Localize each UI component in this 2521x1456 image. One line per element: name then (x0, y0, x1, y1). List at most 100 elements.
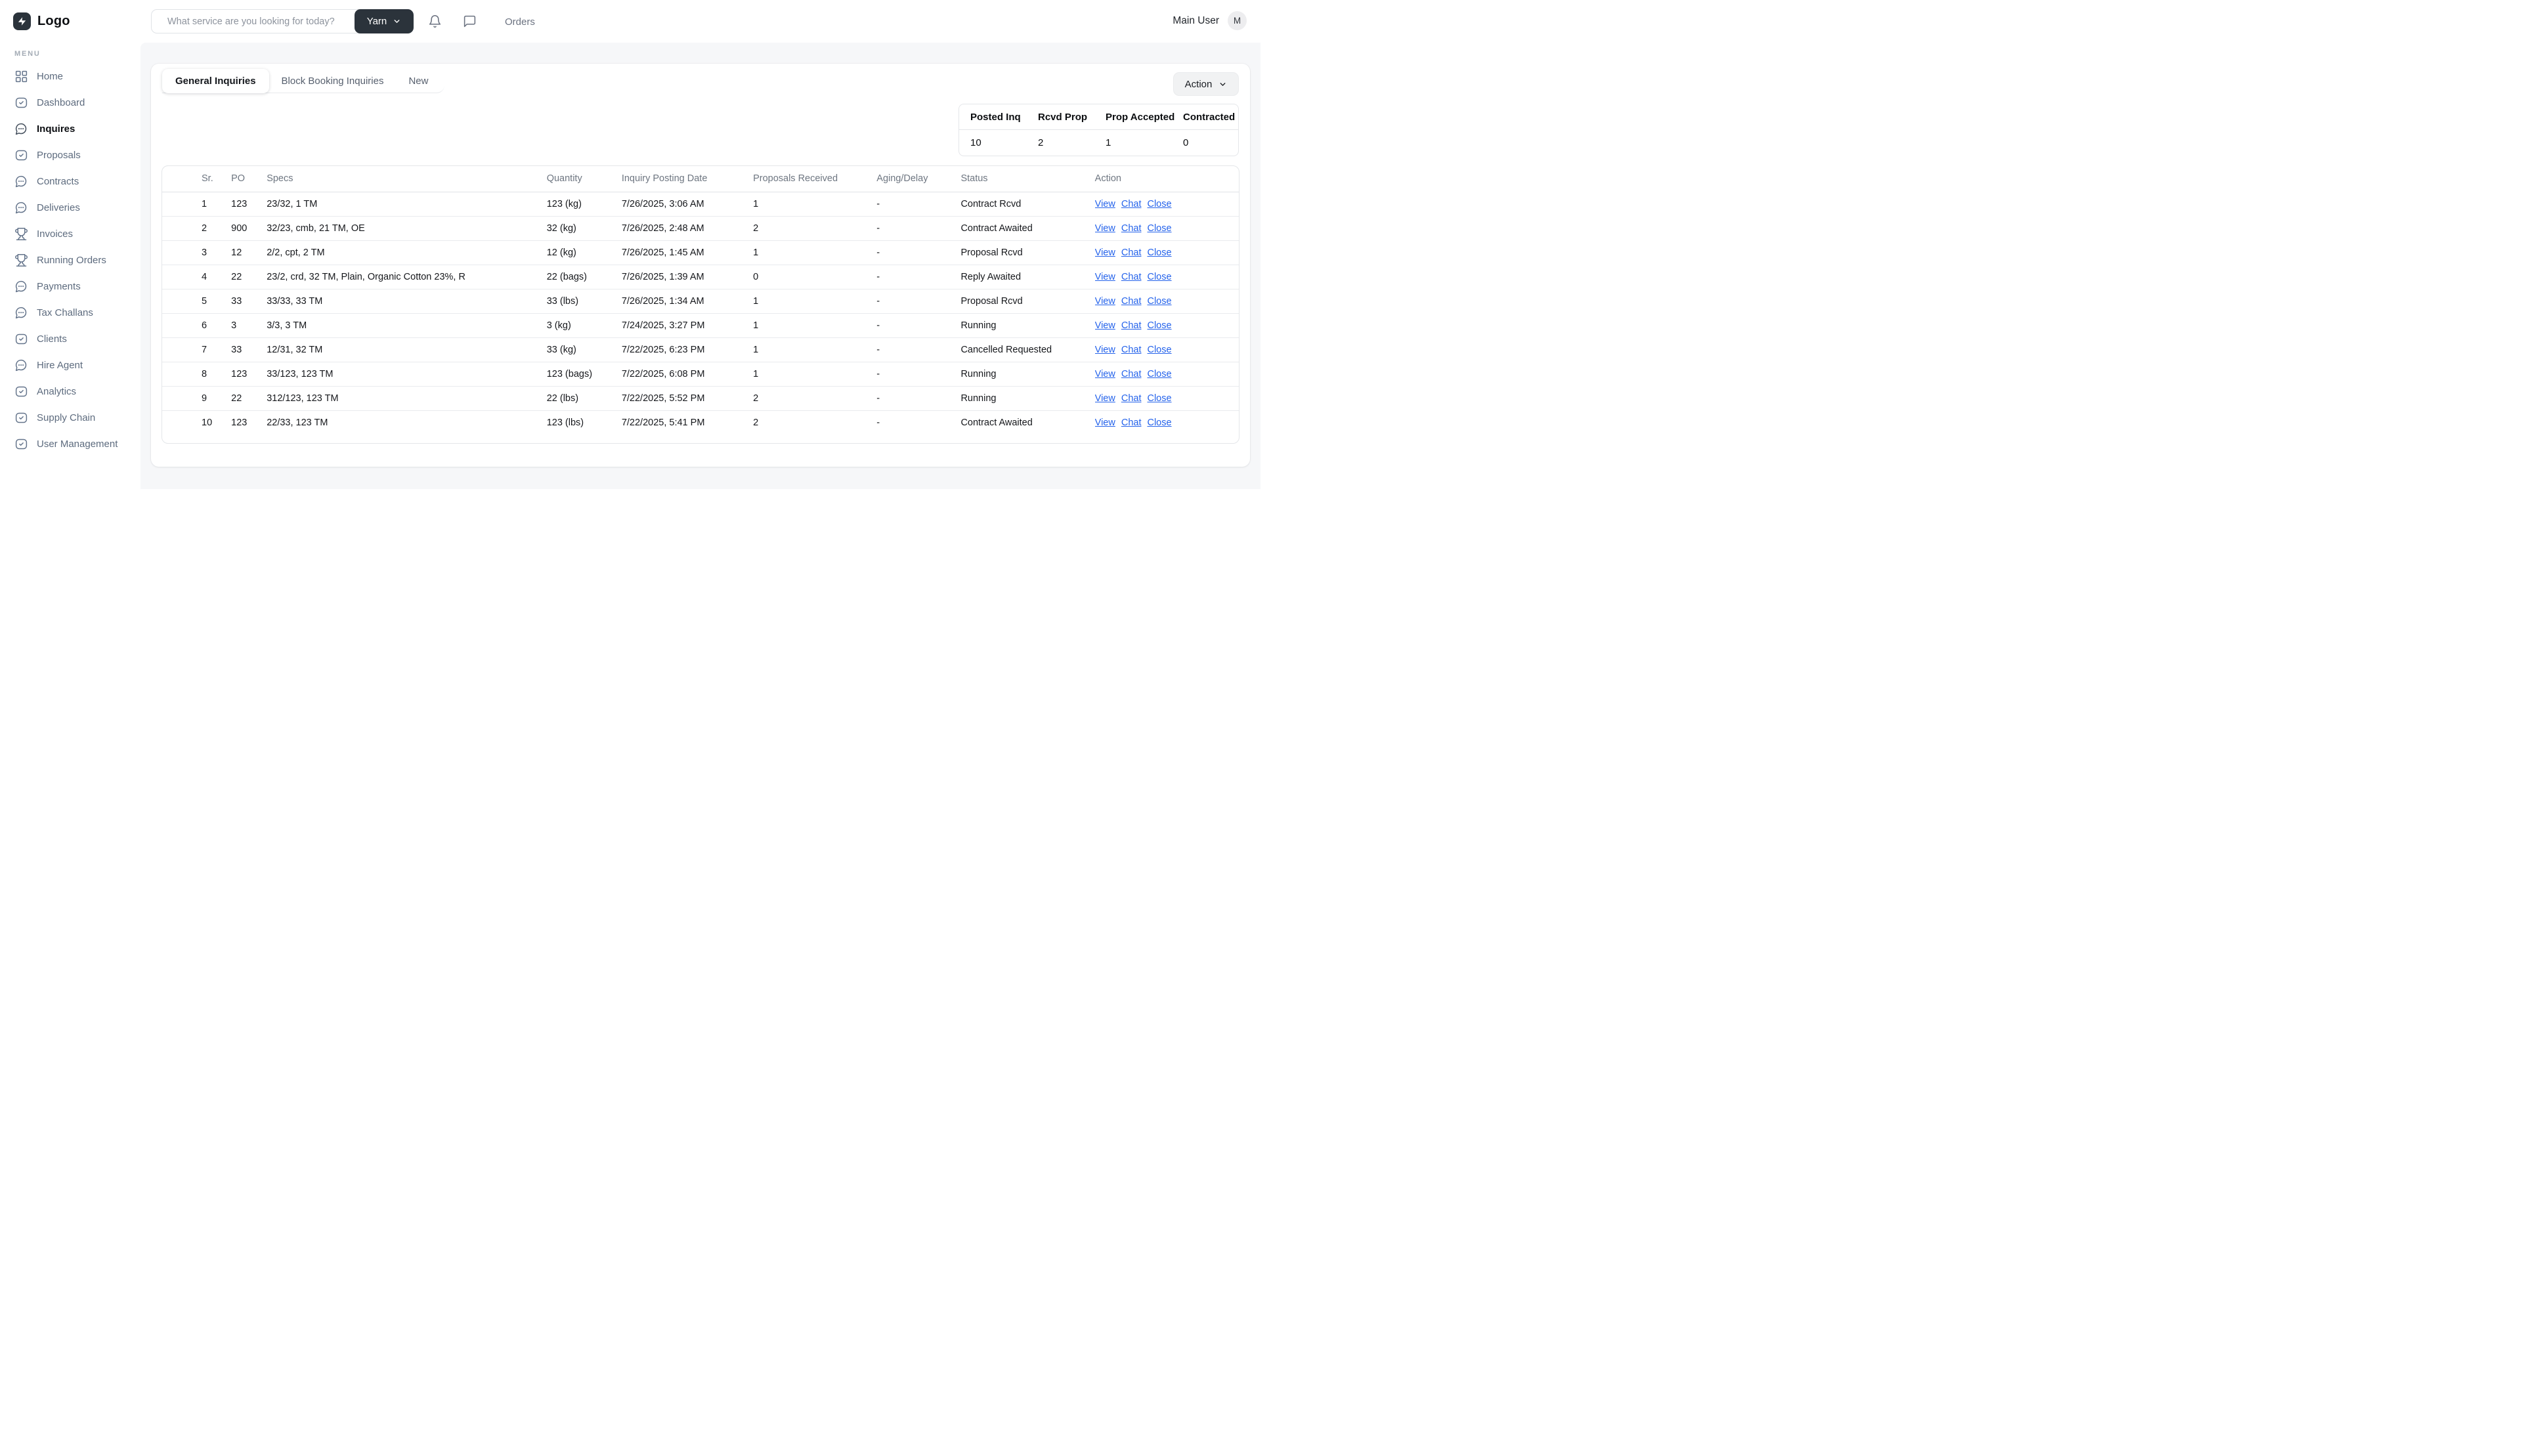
action-button-label: Action (1185, 79, 1213, 90)
close-link[interactable]: Close (1147, 247, 1171, 258)
sidebar-item-label: Inquires (37, 123, 75, 135)
sidebar-item-dashboard[interactable]: Dashboard (0, 89, 140, 116)
close-link[interactable]: Close (1147, 296, 1171, 307)
chat-icon (14, 306, 28, 320)
action-dropdown-button[interactable]: Action (1173, 72, 1239, 96)
search-category-button[interactable]: Yarn (355, 9, 414, 33)
cell-proposals: 1 (753, 362, 876, 386)
logo[interactable]: Logo (13, 12, 70, 30)
view-link[interactable]: View (1095, 199, 1115, 209)
main-content-area: General Inquiries Block Booking Inquirie… (140, 43, 1260, 489)
col-header-sr: Sr. (162, 166, 231, 192)
cell-sr: 7 (162, 337, 231, 362)
close-link[interactable]: Close (1147, 393, 1171, 404)
close-link[interactable]: Close (1147, 345, 1171, 355)
sidebar-item-running-orders[interactable]: Running Orders (0, 247, 140, 273)
col-header-action: Action (1095, 166, 1239, 192)
sidebar-item-label: Analytics (37, 386, 76, 397)
close-link[interactable]: Close (1147, 320, 1171, 331)
chat-link[interactable]: Chat (1121, 199, 1142, 209)
cell-quantity: 33 (kg) (547, 337, 622, 362)
chat-link[interactable]: Chat (1121, 296, 1142, 307)
cell-proposals: 2 (753, 410, 876, 435)
sidebar-item-tax-challans[interactable]: Tax Challans (0, 299, 140, 326)
table-row: 73312/31, 32 TM33 (kg)7/22/2025, 6:23 PM… (162, 337, 1239, 362)
cell-aging: - (876, 216, 960, 240)
sidebar-item-contracts[interactable]: Contracts (0, 168, 140, 194)
sidebar: MENU HomeDashboardInquiresProposalsContr… (0, 43, 140, 728)
cell-proposals: 1 (753, 337, 876, 362)
cell-specs: 22/33, 123 TM (267, 410, 547, 435)
col-header-status: Status (960, 166, 1094, 192)
sidebar-item-supply-chain[interactable]: Supply Chain (0, 404, 140, 431)
sidebar-item-payments[interactable]: Payments (0, 273, 140, 299)
sidebar-item-inquires[interactable]: Inquires (0, 116, 140, 142)
sidebar-item-deliveries[interactable]: Deliveries (0, 194, 140, 221)
sidebar-item-invoices[interactable]: Invoices (0, 221, 140, 247)
close-link[interactable]: Close (1147, 272, 1171, 282)
cell-actions: View Chat Close (1095, 337, 1239, 362)
view-link[interactable]: View (1095, 320, 1115, 331)
tab-general-inquiries[interactable]: General Inquiries (162, 69, 269, 93)
cell-sr: 8 (162, 362, 231, 386)
view-link[interactable]: View (1095, 223, 1115, 234)
table-row: 290032/23, cmb, 21 TM, OE32 (kg)7/26/202… (162, 216, 1239, 240)
chat-link[interactable]: Chat (1121, 369, 1142, 379)
close-link[interactable]: Close (1147, 199, 1171, 209)
chevron-down-icon (1218, 80, 1227, 89)
orders-link[interactable]: Orders (505, 16, 535, 28)
sidebar-item-home[interactable]: Home (0, 63, 140, 89)
chat-link[interactable]: Chat (1121, 247, 1142, 258)
view-link[interactable]: View (1095, 247, 1115, 258)
close-link[interactable]: Close (1147, 223, 1171, 234)
sidebar-item-hire-agent[interactable]: Hire Agent (0, 352, 140, 378)
cell-sr: 1 (162, 192, 231, 216)
view-link[interactable]: View (1095, 393, 1115, 404)
user-menu[interactable]: Main User M (1173, 11, 1247, 30)
messages-icon[interactable] (463, 14, 477, 28)
cell-sr: 9 (162, 386, 231, 410)
summary-values-row: 10210 (959, 130, 1238, 156)
view-link[interactable]: View (1095, 418, 1115, 428)
check-square-icon (14, 385, 28, 398)
cell-quantity: 22 (lbs) (547, 386, 622, 410)
chat-icon (14, 175, 28, 188)
tab-new[interactable]: New (396, 69, 441, 93)
sidebar-item-analytics[interactable]: Analytics (0, 378, 140, 404)
sidebar-item-clients[interactable]: Clients (0, 326, 140, 352)
view-link[interactable]: View (1095, 369, 1115, 379)
cell-specs: 32/23, cmb, 21 TM, OE (267, 216, 547, 240)
chat-link[interactable]: Chat (1121, 320, 1142, 331)
chat-link[interactable]: Chat (1121, 223, 1142, 234)
cell-status: Running (960, 386, 1094, 410)
cell-aging: - (876, 410, 960, 435)
cell-po: 123 (231, 410, 267, 435)
sidebar-item-label: Deliveries (37, 202, 80, 213)
check-square-icon (14, 332, 28, 346)
close-link[interactable]: Close (1147, 369, 1171, 379)
cell-actions: View Chat Close (1095, 216, 1239, 240)
chat-link[interactable]: Chat (1121, 272, 1142, 282)
chat-link[interactable]: Chat (1121, 345, 1142, 355)
view-link[interactable]: View (1095, 345, 1115, 355)
chat-link[interactable]: Chat (1121, 418, 1142, 428)
cell-date: 7/22/2025, 6:08 PM (622, 362, 753, 386)
summary-col-posted-inq: Posted Inq (959, 104, 1027, 129)
sidebar-item-label: Home (37, 71, 63, 82)
summary-value-posted-inq: 10 (959, 130, 1027, 156)
sidebar-item-user-management[interactable]: User Management (0, 431, 140, 457)
table-row: 633/3, 3 TM3 (kg)7/24/2025, 3:27 PM1-Run… (162, 313, 1239, 337)
sidebar-item-label: Dashboard (37, 97, 85, 108)
sidebar-item-proposals[interactable]: Proposals (0, 142, 140, 168)
summary-value-prop-accepted: 1 (1094, 130, 1172, 156)
view-link[interactable]: View (1095, 296, 1115, 307)
tab-block-booking-inquiries[interactable]: Block Booking Inquiries (269, 69, 397, 93)
notifications-bell-icon[interactable] (428, 14, 442, 28)
cell-actions: View Chat Close (1095, 240, 1239, 265)
close-link[interactable]: Close (1147, 418, 1171, 428)
table-row: 53333/33, 33 TM33 (lbs)7/26/2025, 1:34 A… (162, 289, 1239, 313)
view-link[interactable]: View (1095, 272, 1115, 282)
chevron-down-icon (393, 17, 401, 26)
cell-date: 7/26/2025, 1:34 AM (622, 289, 753, 313)
chat-link[interactable]: Chat (1121, 393, 1142, 404)
